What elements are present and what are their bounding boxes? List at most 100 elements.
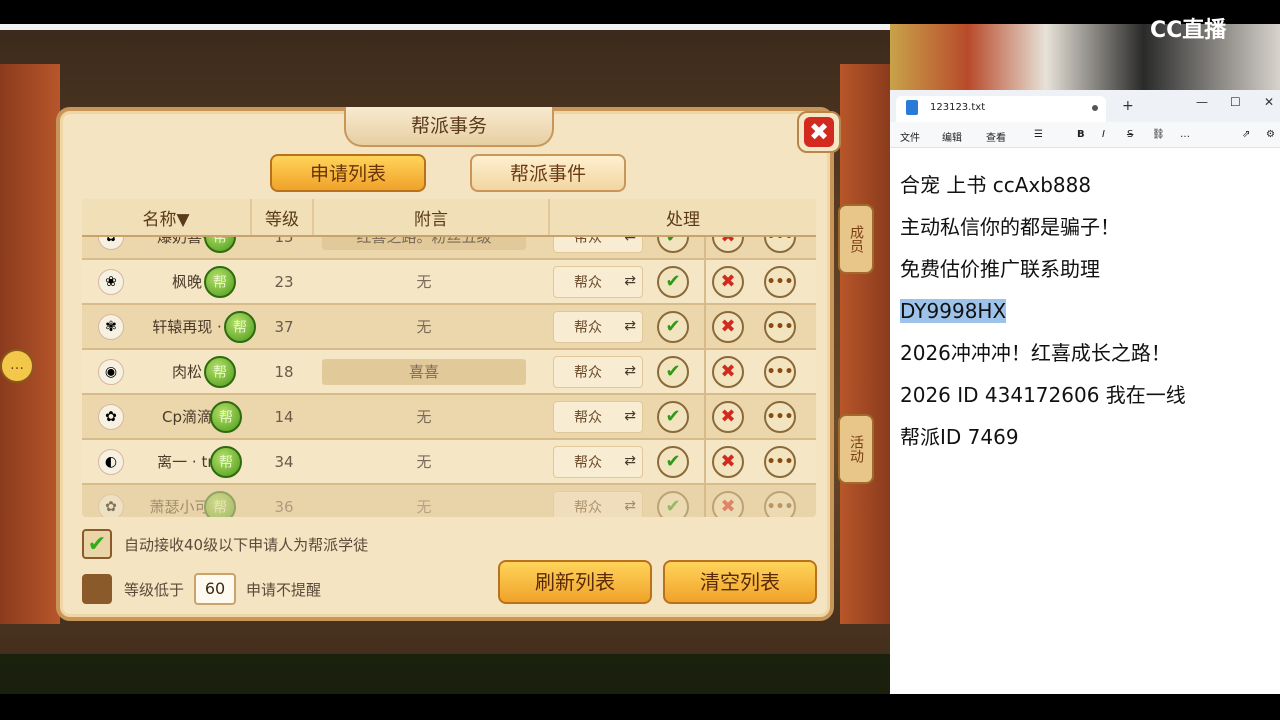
selected-text: DY9998HX [900,299,1007,323]
message-button[interactable]: ••• [764,445,796,478]
col-action-header: 处理 [666,209,700,230]
list-rows[interactable]: ✿爆奶喜子帮15红喜之路。粉丝五级帮众⇄✔✖•••❀枫晚帮23无帮众⇄✔✖•••… [82,237,816,517]
col-name-header[interactable]: 名称▼ [82,199,252,235]
minimize-icon[interactable]: — [1196,95,1208,109]
accept-button[interactable]: ✔ [657,490,689,517]
panel-title: 帮派事务 [344,107,554,147]
notepad-tab-title: 123123.txt [930,102,986,113]
accept-button[interactable]: ✔ [657,355,689,388]
reject-button[interactable]: ✖ [712,490,744,517]
role-select[interactable]: 帮众 ⇄ [553,400,643,433]
settings-gear-icon[interactable]: ⚙ [1266,129,1275,140]
link-icon[interactable]: ⛓ [1152,129,1165,140]
window-close-icon[interactable]: ✕ [1264,95,1274,109]
bold-icon[interactable]: B [1077,129,1085,140]
auto-accept-checkbox[interactable]: ✔ [82,529,112,559]
chat-bar[interactable] [0,654,890,694]
menu-edit[interactable]: 编辑 [942,129,962,144]
notepad-text-area[interactable]: 合宠 上书 ccAxb888 主动私信你的都是骗子！ 免费估价推广联系助理 DY999… [900,164,1270,458]
applicant-note: 无 [416,497,432,516]
accept-button[interactable]: ✔ [657,445,689,478]
more-icon[interactable]: … [1180,129,1190,140]
chat-bubble-icon[interactable]: … [0,349,34,383]
message-button[interactable]: ••• [764,237,796,253]
clear-list-button[interactable]: 清空列表 [663,560,817,604]
col-level-header: 等级 [252,199,314,235]
line-text: 主动私信你的都是骗子！ [900,215,1120,239]
message-button[interactable]: ••• [764,355,796,388]
auto-accept-option: ✔ 自动接收40级以下申请人为帮派学徒 [82,529,368,559]
message-button[interactable]: ••• [764,490,796,517]
role-select[interactable]: 帮众 ⇄ [553,490,643,517]
applicant-note: 无 [416,407,432,426]
maximize-icon[interactable]: ☐ [1230,95,1241,109]
level-filter-input[interactable]: 60 [194,573,237,605]
role-select[interactable]: 帮众 ⇄ [553,445,643,478]
guild-badge-icon: 帮 [204,355,236,388]
reject-button[interactable]: ✖ [712,265,744,298]
stream-logo: CC直播 [1150,18,1227,43]
accept-button[interactable]: ✔ [657,265,689,298]
role-select[interactable]: 帮众 ⇄ [553,310,643,343]
menu-view[interactable]: 查看 [986,129,1006,144]
role-select[interactable]: 帮众 ⇄ [553,237,643,253]
tab-guild-events[interactable]: 帮派事件 [470,154,626,192]
role-select[interactable]: 帮众 ⇄ [553,355,643,388]
notepad-line: 2026 ID 434172606 我在一线 [900,374,1270,416]
side-tab-2[interactable]: 活动 [838,414,874,484]
list-header: 名称▼ 等级 附言 处理 [82,199,816,237]
swap-icon: ⇄ [624,407,636,424]
unsaved-dot-icon[interactable] [1092,105,1098,111]
accept-button[interactable]: ✔ [657,400,689,433]
applicant-note: 无 [416,452,432,471]
applicant-avatar: ✾ [98,313,124,340]
role-label: 帮众 [574,499,602,516]
italic-icon[interactable]: I [1102,129,1105,140]
reject-button[interactable]: ✖ [712,400,744,433]
line-text: 帮派ID 7469 [900,425,1019,449]
top-black-bar [0,0,1280,24]
guild-affairs-panel: 帮派事务 ✖ 申请列表 帮派事件 名称▼ 等级 附言 处理 ✿爆奶喜子帮15红喜… [56,107,841,621]
swap-icon: ⇄ [624,497,636,514]
notepad-tab[interactable]: 123123.txt [896,96,1106,122]
tab-application-list[interactable]: 申请列表 [270,154,426,192]
applicant-avatar: ◐ [98,448,124,475]
menu-file[interactable]: 文件 [900,129,920,144]
applicant-level: 14 [274,407,294,426]
line-text: 2026 ID 434172606 我在一线 [900,383,1186,407]
message-button[interactable]: ••• [764,265,796,298]
accept-button[interactable]: ✔ [657,310,689,343]
share-icon[interactable]: ⇗ [1242,129,1250,140]
applicant-avatar: ✿ [98,403,124,430]
swap-icon: ⇄ [624,272,636,289]
reject-button[interactable]: ✖ [712,445,744,478]
list-format-icon[interactable]: ☰ [1034,129,1043,140]
side-tab-1[interactable]: 成员 [838,204,874,274]
swap-icon: ⇄ [624,452,636,469]
notepad-line: 合宠 上书 ccAxb888 [900,164,1270,206]
notepad-menubar: 文件 编辑 查看 ☰ B I S ⛓ … ⇗ ⚙ [890,122,1280,148]
message-button[interactable]: ••• [764,400,796,433]
role-select[interactable]: 帮众 ⇄ [553,265,643,298]
applicant-avatar: ✿ [98,237,124,250]
reject-button[interactable]: ✖ [712,237,744,253]
file-icon [906,100,918,115]
applicant-level: 18 [274,362,294,381]
notepad-window: 123123.txt + — ☐ ✕ 文件 编辑 查看 ☰ B I S ⛓ … … [890,90,1280,694]
reject-button[interactable]: ✖ [712,310,744,343]
close-button[interactable]: ✖ [797,111,841,153]
refresh-list-button[interactable]: 刷新列表 [498,560,652,604]
role-label: 帮众 [574,274,602,291]
applicant-avatar: ✿ [98,493,124,517]
guild-badge-icon: 帮 [210,400,242,433]
notepad-line: 主动私信你的都是骗子！ [900,206,1270,248]
col-note-header: 附言 [314,199,550,235]
new-tab-icon[interactable]: + [1122,98,1134,114]
accept-button[interactable]: ✔ [657,237,689,253]
applicant-level: 36 [274,497,294,516]
level-filter-checkbox[interactable] [82,574,112,604]
strikethrough-icon[interactable]: S [1127,129,1133,140]
notepad-tabbar: 123123.txt + — ☐ ✕ [890,90,1280,122]
message-button[interactable]: ••• [764,310,796,343]
reject-button[interactable]: ✖ [712,355,744,388]
